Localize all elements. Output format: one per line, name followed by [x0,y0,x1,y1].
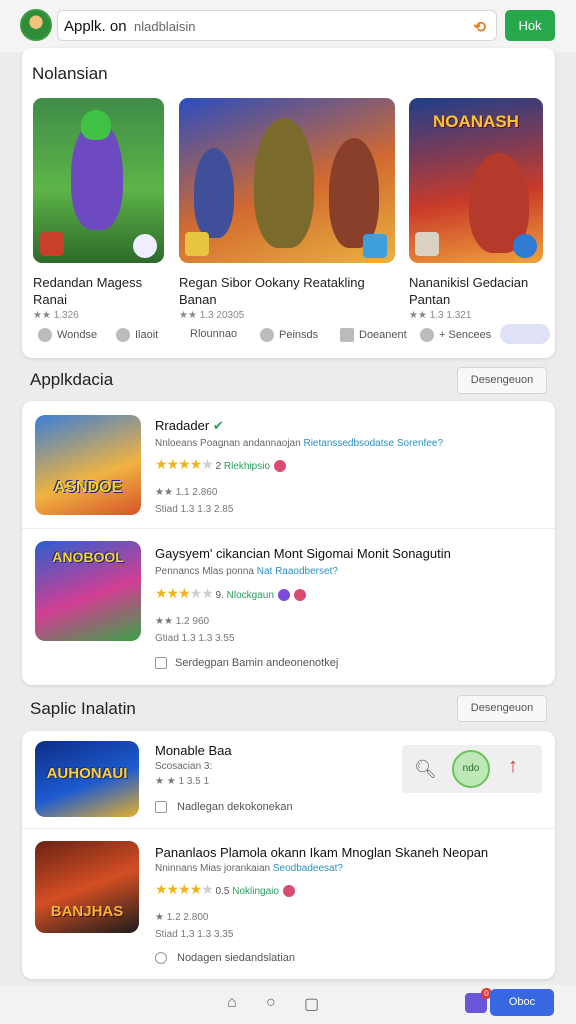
avatar[interactable] [20,9,52,41]
action-item[interactable]: Rlounnao [190,328,237,340]
tile-meta: ★★ 1.326 [33,310,79,321]
section-title: Applkdacia [30,370,114,389]
app-rating: ★★★★★ 0.5 Noklingaio [155,881,295,898]
badge-icon [293,589,306,602]
app-link[interactable]: Nat Raaodberset? [257,566,338,577]
game-art [179,98,395,263]
art-wordmark: NOANASH [433,112,519,131]
app-stats: ★ ★ 1 3.5 1 [155,776,210,787]
game-art [33,98,164,263]
chat-icon [38,328,52,342]
badge-icon [282,885,295,898]
app-icon: ANOBOOL [35,541,141,641]
search-hint: nladblaisin [134,19,196,34]
badge-icon [274,460,287,473]
search-button[interactable]: Hok [505,10,555,41]
quick-actions: 🔍︎ ndo ↑ [402,745,542,793]
featured-title: Nolansian [32,64,108,83]
grid-icon [155,657,167,670]
featured-tile[interactable]: NOANASH Nananikisl Gedacian Pantan ★★ 1.… [409,98,543,321]
app-stats: Stiad 1.3 1.3 2.85 [155,504,234,515]
star-rating: ★★★★★ [155,881,214,897]
app-subtitle: Nninnans Mias jorankaian Seodbadeesat? [155,863,343,874]
more-button[interactable]: Desengeuon [457,367,547,394]
nav-action-button[interactable]: Oboc [490,989,554,1016]
tile-name: Nananikisl Gedacian Pantan [409,275,529,307]
search-bar[interactable]: Applk. on nladblaisin ⟲ [57,10,497,41]
tile-meta: ★★ 1.3 20305 [179,310,245,321]
app-rating: ★★★★★ 2 Rlekhipsio [155,456,287,473]
featured-tile[interactable]: Redandan Magess Ranai ★★ 1.326 [33,98,164,321]
verified-icon: ✔ [212,418,224,433]
list-item[interactable]: AUHONAUI Monable Baa Scosacian 3: ★ ★ 1 … [22,731,555,828]
star-rating: ★★★★★ [155,456,214,472]
search-input[interactable]: Applk. on [64,18,127,35]
icon-wordmark: BANJHAS [50,903,124,920]
app-name: Gaysyem' cikancian Mont Sigomai Monit So… [155,546,451,561]
settings-icon [155,952,167,965]
app-footer: Nodagen siedandslatian [155,952,295,965]
icon-wordmark: AUHONAUI [46,765,128,782]
game-art: NOANASH [409,98,543,263]
section-title: Saplic Inalatin [30,699,136,718]
app-subtitle: Nnloeans Poagnan andannaojan Rietanssedb… [155,438,444,449]
clock-icon [116,328,130,342]
app-footer: Nadlegan dekokonekan [155,801,293,814]
app-link[interactable]: Seodbadeesat? [273,863,343,874]
tile-name: Regan Sibor Ookany Reatakling Banan [179,275,365,307]
top-bar: Applk. on nladblaisin ⟲ Hok [0,0,576,52]
more-button[interactable]: Desengeuon [457,695,547,722]
list-icon [340,328,354,342]
app-stats: ★ 1.2 2.800 [155,912,209,923]
toggle-pill[interactable] [500,324,550,344]
action-item[interactable]: Ilaoit [116,328,158,342]
chat-icon[interactable]: ○ [266,994,276,1012]
app-stats: Gtiad 1.3 1.3 3.55 [155,633,235,644]
app-footer: Serdegpan Bamin andeonenotkej [155,657,338,670]
home-icon[interactable]: ⌂ [227,994,237,1012]
tile-name: Redandan Magess Ranai [33,275,143,307]
list-item[interactable]: ANOBOOL Gaysyem' cikancian Mont Sigomai … [22,529,555,685]
app-list: ASNDOE Rradader ✔ Nnloeans Poagnan andan… [22,401,555,685]
app-icon: BANJHAS [35,841,139,933]
app-list: AUHONAUI Monable Baa Scosacian 3: ★ ★ 1 … [22,731,555,979]
featured-section: Nolansian Redandan Magess Ranai ★★ 1.326… [22,48,555,358]
featured-tile[interactable]: Regan Sibor Ookany Reatakling Banan ★★ 1… [179,98,395,321]
star-rating: ★★★★★ [155,585,214,601]
icon-wordmark: ANOBOOL [52,549,124,565]
badge-icon [277,589,290,602]
thumb-icon [260,328,274,342]
tile-meta: ★★ 1.3 1.321 [409,310,472,321]
share-icon [420,328,434,342]
app-stats: ★★ 1.1 2.860 [155,487,218,498]
app-subtitle: Pennancs Mlas ponna Nat Raaodberset? [155,566,338,577]
clear-icon[interactable]: ⟲ [473,18,486,36]
action-item[interactable]: Wondse [38,328,97,342]
app-name: Pananlaos Plamola okann Ikam Mnoglan Ska… [155,845,489,860]
app-icon: ASNDOE [35,415,141,515]
icon-wordmark: ASNDOE [53,479,123,496]
play-button[interactable]: ndo [452,750,490,788]
pin-icon[interactable]: ↑ [508,755,518,778]
grid-icon [155,801,167,814]
app-name: Monable Baa [155,743,232,758]
list-item[interactable]: ASNDOE Rradader ✔ Nnloeans Poagnan andan… [22,401,555,528]
action-item[interactable]: Peinsds [260,328,318,342]
app-stats: Stiad 1.3 1.3 3.35 [155,929,234,940]
app-subtitle: Scosacian 3: [155,761,213,772]
app-name: Rradader ✔ [155,418,224,433]
notification-icon[interactable]: 0 [465,988,492,1013]
app-icon: AUHONAUI [35,741,139,817]
app-stats: ★★ 1.2 960 [155,616,210,627]
inbox-icon[interactable]: ▢ [304,994,319,1014]
action-item[interactable]: + Sencees [420,328,491,342]
action-item[interactable]: Doeanent [340,328,407,342]
list-item[interactable]: BANJHAS Pananlaos Plamola okann Ikam Mno… [22,829,555,979]
search-icon[interactable]: 🔍︎ [414,759,437,780]
app-rating: ★★★★★ 9. Nlockgaun [155,585,306,602]
app-link[interactable]: Rietanssedbsodatse Sorenfee? [303,438,443,449]
bottom-nav: ⌂ ○ ▢ 0 Oboc [0,985,576,1024]
